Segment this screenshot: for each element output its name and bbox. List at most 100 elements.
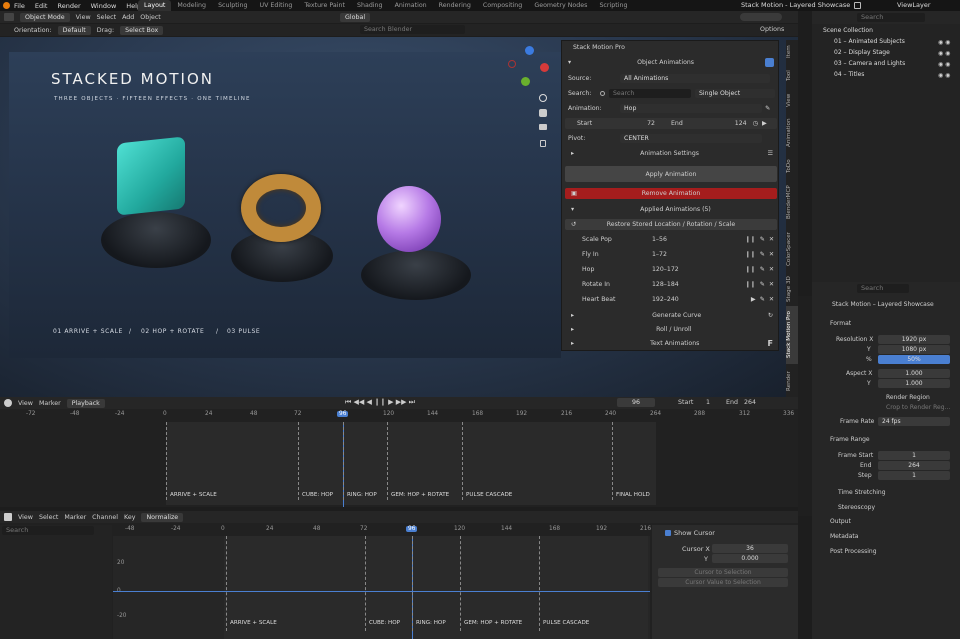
post-processing-section[interactable]: Post Processing: [830, 548, 877, 555]
timeline-editor-icon[interactable]: [4, 399, 12, 407]
tab-layout[interactable]: Layout: [138, 0, 172, 11]
pause-icon[interactable]: ❙❙: [745, 251, 755, 258]
edit-icon[interactable]: ✎: [760, 251, 765, 258]
tab-sculpting[interactable]: Sculpting: [212, 0, 253, 11]
graph-select-menu[interactable]: Select: [39, 514, 58, 521]
normalize-toggle[interactable]: Normalize: [141, 512, 184, 522]
tab-compositing[interactable]: Compositing: [477, 0, 528, 11]
resolution-y-field[interactable]: 1080 px: [878, 345, 950, 354]
start-field[interactable]: 1: [706, 399, 710, 406]
applied-item[interactable]: Heart Beat 192–240 ▶ ✎ ✕: [565, 294, 777, 305]
format-section[interactable]: Format: [830, 320, 851, 327]
view-layer-name[interactable]: ViewLayer: [897, 0, 931, 11]
scene-icon[interactable]: [854, 2, 861, 9]
play-preview-icon[interactable]: ▶: [762, 120, 767, 127]
percent-field[interactable]: 50%: [878, 355, 950, 364]
frame-step-field[interactable]: 1: [878, 471, 950, 480]
animation-settings-header[interactable]: ▸ Animation Settings ☰: [565, 148, 777, 159]
tab-blendermcp[interactable]: BlenderMCP: [786, 180, 798, 224]
graph-key-menu[interactable]: Key: [124, 514, 135, 521]
search-blender-input[interactable]: Search Blender: [360, 25, 465, 34]
animation-dropdown[interactable]: Hop: [620, 104, 762, 113]
roll-chevron-icon[interactable]: ▸: [571, 326, 574, 333]
stereoscopy-section[interactable]: Stereoscopy: [838, 504, 875, 511]
gizmo-x-icon[interactable]: [540, 63, 549, 72]
camera-view-icon[interactable]: [539, 124, 547, 130]
visibility-eye-icon[interactable]: ◉ ◉: [938, 61, 950, 68]
graph-editor-icon[interactable]: [4, 513, 12, 521]
graph-marker[interactable]: PULSE CASCADE: [543, 620, 589, 626]
delete-icon[interactable]: ✕: [769, 296, 774, 303]
frame-rate-dropdown[interactable]: 24 fps: [878, 417, 950, 426]
render-region-checkbox[interactable]: Render Region: [886, 394, 930, 401]
transform-orientation[interactable]: Global: [340, 13, 371, 22]
applied-chevron-icon[interactable]: ▾: [571, 206, 574, 213]
pause-icon[interactable]: ❙❙: [745, 236, 755, 243]
pause-icon[interactable]: ❙❙: [745, 266, 755, 273]
object-animations-header[interactable]: ▾ Object Animations: [565, 57, 777, 68]
aspect-x-field[interactable]: 1.000: [878, 369, 950, 378]
tab-modeling[interactable]: Modeling: [171, 0, 212, 11]
menu-window[interactable]: Window: [91, 2, 117, 10]
tab-todo[interactable]: ToDo: [786, 154, 798, 178]
playback-controls[interactable]: ⏮ ◀◀ ◀ ❙❙ ▶ ▶▶ ⏭: [345, 398, 415, 407]
lock-icon[interactable]: [540, 140, 546, 147]
end-value[interactable]: 124: [735, 120, 747, 127]
outliner-item[interactable]: 01 – Animated Subjects: [834, 38, 905, 45]
timeline-marker[interactable]: CUBE: HOP: [302, 492, 333, 498]
blender-logo-icon[interactable]: [3, 2, 10, 9]
aspect-y-field[interactable]: 1.000: [878, 379, 950, 388]
object-menu[interactable]: Object: [140, 14, 161, 21]
scene-collection[interactable]: Scene Collection: [823, 27, 873, 34]
editor-type-icon[interactable]: [4, 13, 14, 21]
graph-marker[interactable]: CUBE: HOP: [369, 620, 400, 626]
timeline-playback-menu[interactable]: Playback: [66, 398, 105, 408]
tab-scripting[interactable]: Scripting: [593, 0, 633, 11]
tab-texture-paint[interactable]: Texture Paint: [298, 0, 351, 11]
crop-checkbox[interactable]: Crop to Render Reg...: [886, 404, 950, 411]
single-object-toggle[interactable]: Single Object: [695, 89, 775, 98]
graph-view-menu[interactable]: View: [18, 514, 33, 521]
orientation-dropdown[interactable]: Default: [57, 25, 91, 35]
end-field[interactable]: 264: [744, 399, 756, 406]
frame-range-section[interactable]: Frame Range: [830, 436, 870, 443]
tab-view[interactable]: View: [786, 90, 798, 110]
frame-start-field[interactable]: 1: [878, 451, 950, 460]
playhead-frame-label[interactable]: 96: [337, 411, 349, 417]
timeline-marker[interactable]: PULSE CASCADE: [466, 492, 512, 498]
start-value[interactable]: 72: [647, 120, 655, 127]
collapse-chevron-icon[interactable]: ▾: [568, 59, 571, 66]
shading-mode-icons[interactable]: [740, 13, 782, 21]
gizmo-neg-x-icon[interactable]: [508, 60, 516, 68]
play-icon[interactable]: ▶: [751, 296, 756, 303]
options-button[interactable]: Options: [760, 25, 784, 34]
edit-icon[interactable]: ✎: [760, 281, 765, 288]
drag-dropdown[interactable]: Select Box: [120, 25, 164, 35]
edit-icon[interactable]: ✎: [760, 296, 765, 303]
applied-item[interactable]: Hop 120–172 ❙❙ ✎ ✕: [565, 264, 777, 275]
cursor-value-to-selection-button[interactable]: Cursor Value to Selection: [658, 578, 788, 587]
output-section[interactable]: Output: [830, 518, 851, 525]
tab-tool[interactable]: Tool: [786, 66, 798, 86]
graph-marker[interactable]: RING: HOP: [416, 620, 446, 626]
timeline-marker[interactable]: GEM: HOP + ROTATE: [391, 492, 449, 498]
cursor-x-field[interactable]: 36: [712, 544, 788, 553]
gizmo-y-icon[interactable]: [521, 77, 530, 86]
visibility-eye-icon[interactable]: ◉ ◉: [938, 39, 950, 46]
resolution-x-field[interactable]: 1920 px: [878, 335, 950, 344]
tab-animation[interactable]: Animation: [389, 0, 433, 11]
generate-chevron-icon[interactable]: ▸: [571, 312, 574, 319]
timeline-view-menu[interactable]: View: [18, 400, 33, 407]
timeline-marker[interactable]: FINAL HOLD: [616, 492, 650, 498]
tab-animation-side[interactable]: Animation: [786, 114, 798, 152]
tab-render-side[interactable]: Render: [786, 368, 798, 394]
delete-icon[interactable]: ✕: [769, 236, 774, 243]
pause-icon[interactable]: ❙❙: [745, 281, 755, 288]
apply-animation-button[interactable]: Apply Animation: [565, 166, 777, 182]
outliner-item[interactable]: 04 – Titles: [834, 71, 864, 78]
add-menu[interactable]: Add: [122, 14, 134, 21]
navigation-gizmo[interactable]: [508, 46, 552, 90]
current-frame-field[interactable]: 96: [617, 398, 655, 407]
delete-icon[interactable]: ✕: [769, 266, 774, 273]
tab-stage-3d[interactable]: Stage 3D: [786, 274, 798, 304]
